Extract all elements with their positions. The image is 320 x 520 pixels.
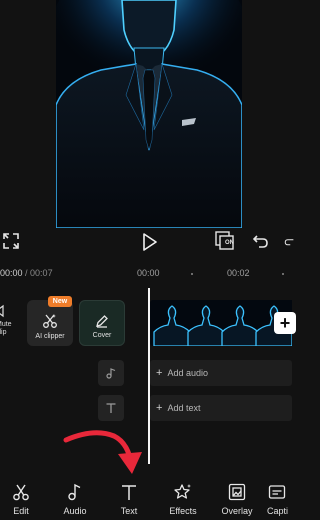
red-arrow-annotation bbox=[63, 430, 142, 474]
time-bar: 00:00 / 00:07 00:00 00:02 bbox=[0, 264, 292, 282]
keyframe-label: ON bbox=[225, 240, 234, 246]
effects-star-icon bbox=[174, 482, 192, 502]
plus-icon: + bbox=[156, 367, 163, 379]
redo-button[interactable] bbox=[284, 232, 294, 250]
text-icon bbox=[120, 482, 138, 502]
redo-icon bbox=[284, 239, 294, 246]
add-audio-label: Add audio bbox=[167, 368, 208, 378]
add-audio-button[interactable]: + Add audio bbox=[150, 360, 292, 386]
toolbar-captions[interactable]: Capti bbox=[267, 482, 297, 516]
ai-clipper-label: AI clipper bbox=[35, 333, 65, 340]
toolbar-edit[interactable]: Edit bbox=[0, 482, 43, 516]
bottom-toolbar: Edit Audio Text Effects Overlay Capti bbox=[0, 476, 292, 520]
total-time: 00:07 bbox=[30, 268, 53, 278]
speaker-mute-icon bbox=[0, 304, 4, 318]
fullscreen-icon[interactable] bbox=[2, 232, 20, 250]
add-text-button[interactable]: + Add text bbox=[150, 395, 292, 421]
music-note-icon bbox=[67, 482, 83, 502]
toolbar-label: Edit bbox=[13, 506, 29, 516]
undo-button[interactable] bbox=[252, 232, 270, 250]
pencil-icon bbox=[96, 315, 108, 328]
video-preview[interactable] bbox=[56, 0, 242, 228]
time-separator: / bbox=[22, 268, 31, 278]
ruler-dot bbox=[191, 273, 193, 275]
ai-scissors-icon bbox=[43, 314, 57, 328]
timecode: 00:00 / 00:07 bbox=[0, 268, 53, 278]
video-clip-track[interactable] bbox=[150, 300, 292, 346]
scissors-icon bbox=[12, 482, 30, 502]
new-badge: New bbox=[48, 296, 72, 307]
keyframe-button[interactable]: ON bbox=[214, 230, 238, 252]
music-note-icon bbox=[98, 360, 124, 386]
add-clip-button[interactable]: + bbox=[274, 312, 296, 334]
ruler-label: 00:02 bbox=[227, 268, 250, 278]
toolbar-overlay[interactable]: Overlay bbox=[215, 482, 259, 516]
cover-button[interactable]: Cover bbox=[79, 300, 125, 346]
toolbar-audio[interactable]: Audio bbox=[53, 482, 97, 516]
toolbar-label: Effects bbox=[169, 506, 197, 516]
toolbar-label: Audio bbox=[63, 506, 87, 516]
toolbar-label: Text bbox=[120, 506, 138, 516]
toolbar-label: Capti bbox=[267, 506, 289, 516]
toolbar-text[interactable]: Text bbox=[107, 482, 151, 516]
current-time: 00:00 bbox=[0, 268, 23, 278]
add-text-label: Add text bbox=[167, 403, 201, 413]
play-button[interactable] bbox=[140, 232, 160, 252]
cover-label: Cover bbox=[92, 332, 112, 339]
ruler-dot bbox=[282, 273, 284, 275]
ruler-label: 00:00 bbox=[137, 268, 160, 278]
clip-thumbnails bbox=[150, 300, 292, 346]
text-icon bbox=[98, 395, 124, 421]
overlay-icon bbox=[228, 482, 246, 502]
toolbar-effects[interactable]: Effects bbox=[161, 482, 205, 516]
undo-icon bbox=[253, 235, 268, 248]
mute-clip-label: Mute clip bbox=[0, 321, 12, 337]
play-icon bbox=[143, 233, 157, 251]
plus-icon: + bbox=[156, 402, 163, 414]
toolbar-label: Overlay bbox=[221, 506, 253, 516]
captions-icon bbox=[267, 482, 287, 502]
preview-image bbox=[56, 0, 242, 228]
mute-clip-button[interactable]: Mute clip bbox=[0, 304, 20, 350]
